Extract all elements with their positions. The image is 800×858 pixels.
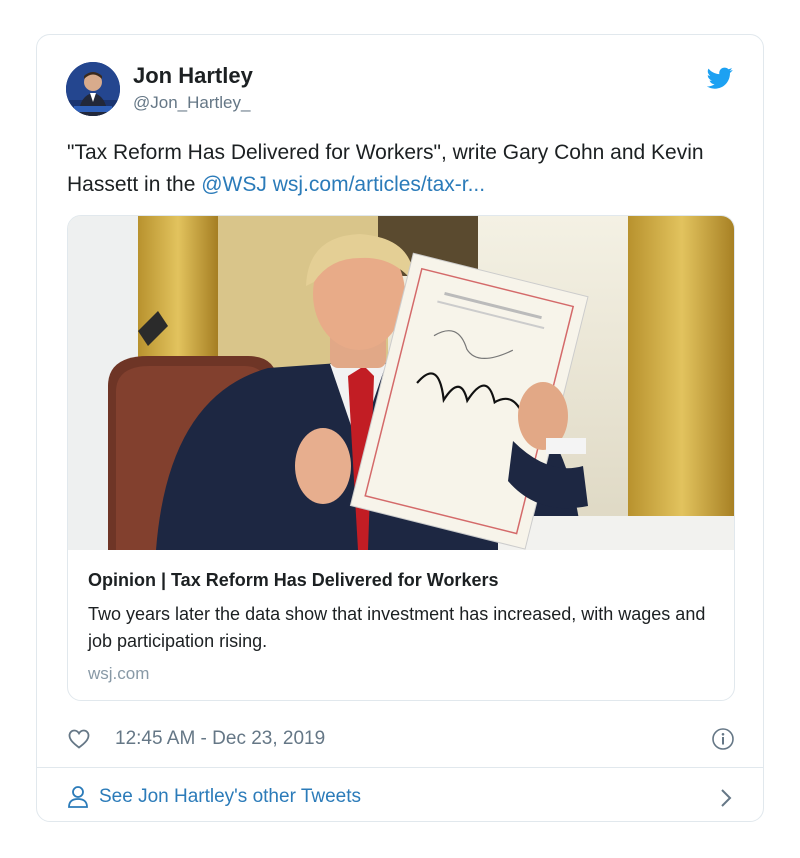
info-icon[interactable]: [711, 727, 735, 751]
link-card-title[interactable]: Opinion | Tax Reform Has Delivered for W…: [88, 570, 498, 591]
author-handle[interactable]: @Jon_Hartley_: [133, 93, 250, 113]
divider: [37, 767, 763, 768]
link-preview-card[interactable]: Opinion | Tax Reform Has Delivered for W…: [67, 215, 735, 701]
link-card-domain: wsj.com: [88, 664, 150, 683]
tweet-text: "Tax Reform Has Delivered for Workers", …: [67, 137, 737, 201]
tweet-embed-card: Jon Hartley @Jon_Hartley_ "Tax Reform Ha…: [36, 34, 764, 822]
user-icon: [67, 785, 89, 809]
see-other-tweets-link[interactable]: See Jon Hartley's other Tweets: [67, 783, 735, 813]
twitter-bird-icon[interactable]: [706, 65, 733, 91]
tweet-timestamp[interactable]: 12:45 AM - Dec 23, 2019: [115, 728, 325, 750]
see-other-tweets-label[interactable]: See Jon Hartley's other Tweets: [99, 786, 361, 808]
link-card-description: Two years later the data show that inves…: [88, 604, 706, 651]
avatar[interactable]: [66, 62, 120, 116]
article-link[interactable]: wsj.com/articles/tax-r...: [273, 173, 485, 196]
mention-link[interactable]: @WSJ: [201, 173, 267, 196]
tweet-footer: 12:45 AM - Dec 23, 2019: [67, 725, 735, 755]
chevron-right-icon[interactable]: [719, 787, 733, 809]
heart-icon[interactable]: [67, 727, 91, 751]
author-name[interactable]: Jon Hartley: [133, 63, 253, 89]
article-image: [68, 216, 734, 550]
